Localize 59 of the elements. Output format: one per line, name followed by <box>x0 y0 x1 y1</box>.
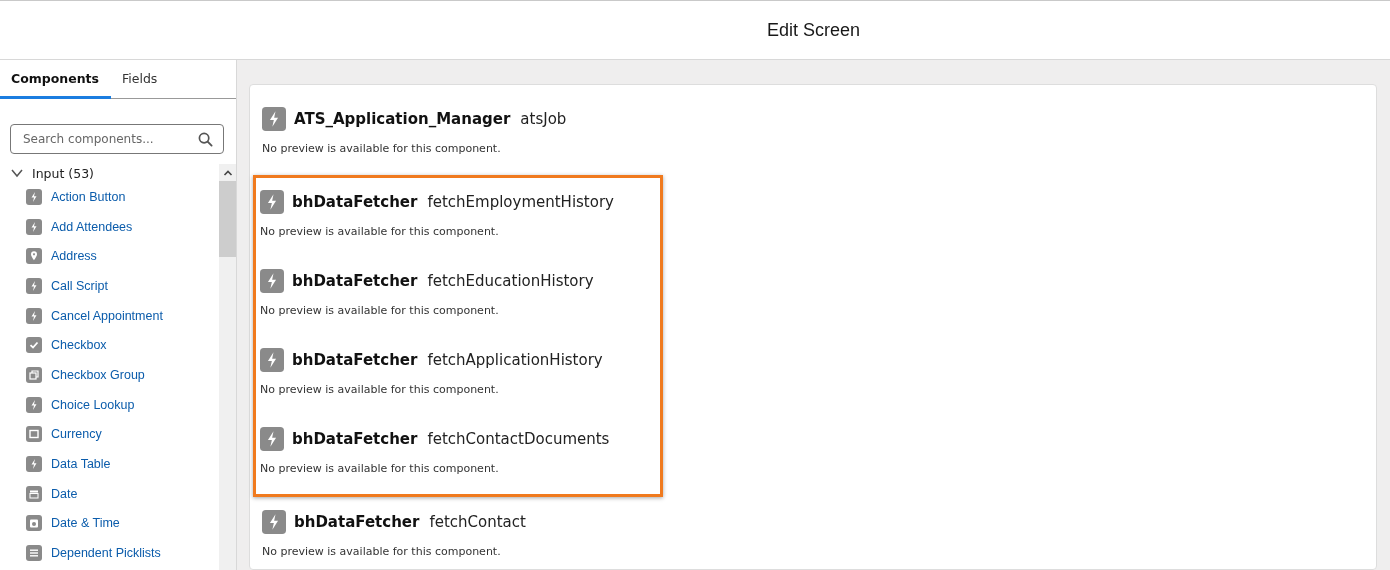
preview-note: No preview is available for this component. <box>260 462 500 475</box>
checkbox-group-icon <box>26 366 42 383</box>
preview-note: No preview is available for this component. <box>260 304 500 317</box>
scrollbar-thumb[interactable] <box>219 181 236 257</box>
component-name: bhDataFetcher <box>292 272 418 290</box>
component-link[interactable]: Date <box>51 486 78 501</box>
component-name: bhDataFetcher <box>292 430 418 448</box>
bolt-icon <box>26 277 42 294</box>
component-api-name: fetchApplicationHistory <box>427 351 603 369</box>
preview-note: No preview is available for this component. <box>260 383 500 396</box>
component-link[interactable]: Call Script <box>51 278 108 293</box>
component-link[interactable]: Date & Time <box>51 516 120 531</box>
search-icon <box>198 131 213 147</box>
bolt-icon <box>260 348 284 372</box>
component-name: bhDataFetcher <box>292 351 418 369</box>
list-icon <box>26 545 42 562</box>
bolt-icon <box>260 190 284 214</box>
component-link[interactable]: Data Table <box>51 457 111 472</box>
component-api-name: fetchContactDocuments <box>427 430 610 448</box>
bolt-icon <box>26 456 42 473</box>
bolt-icon <box>26 188 42 205</box>
bolt-icon <box>260 269 284 293</box>
component-name: bhDataFetcher <box>294 513 420 531</box>
square-icon <box>26 426 42 443</box>
bolt-icon <box>260 427 284 451</box>
preview-note: No preview is available for this component. <box>262 142 502 155</box>
tab[interactable]: Fields <box>111 60 169 99</box>
bolt-icon <box>262 510 286 534</box>
component-link[interactable]: Add Attendees <box>51 219 133 234</box>
component-link[interactable]: Currency <box>51 427 102 442</box>
bolt-icon <box>262 107 286 131</box>
calendar-icon <box>26 515 42 532</box>
preview-note: No preview is available for this component. <box>260 225 500 238</box>
bolt-icon <box>26 218 42 235</box>
component-name: ATS_Application_Manager <box>294 110 511 128</box>
bolt-icon <box>26 307 42 324</box>
component-api-name: fetchContact <box>429 513 526 531</box>
checkmark-icon <box>26 337 42 354</box>
component-link[interactable]: Address <box>51 249 97 264</box>
component-link[interactable]: Checkbox Group <box>51 367 145 382</box>
calendar-icon <box>26 485 42 502</box>
bolt-icon <box>26 396 42 413</box>
section-toggle[interactable]: Input (53) <box>0 164 219 182</box>
tab[interactable]: Components <box>0 60 111 99</box>
location-pin-icon <box>26 248 42 265</box>
section-label: Input (53) <box>32 165 94 181</box>
component-link[interactable]: Cancel Appointment <box>51 308 163 323</box>
component-api-name: fetchEducationHistory <box>427 272 594 290</box>
component-api-name: fetchEmploymentHistory <box>427 193 614 211</box>
search-field[interactable]: Search components... <box>10 124 224 154</box>
component-link[interactable]: Action Button <box>51 189 126 204</box>
preview-note: No preview is available for this component. <box>262 545 502 558</box>
component-link[interactable]: Dependent Picklists <box>51 546 161 561</box>
component-link[interactable]: Choice Lookup <box>51 397 135 412</box>
component-api-name: atsJob <box>520 110 567 128</box>
page-title: Edit Screen <box>765 19 862 41</box>
scroll-up-icon[interactable] <box>222 169 233 177</box>
component-name: bhDataFetcher <box>292 193 418 211</box>
component-link[interactable]: Checkbox <box>51 338 107 353</box>
